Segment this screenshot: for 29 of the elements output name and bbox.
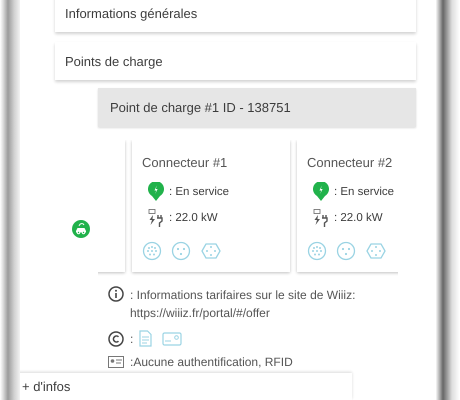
status-text: : En service (169, 186, 230, 198)
connector-title: Connecteur #1 (142, 155, 228, 170)
section-header[interactable]: Informations générales (55, 0, 416, 32)
section-header[interactable]: Points de charge (55, 42, 416, 80)
info-icon (108, 286, 124, 302)
power-plug-icon (148, 209, 164, 227)
status-pin-icon (148, 182, 164, 201)
tariff-text: : Informations tarifaires sur le site de Wiiiz: https://wiiiz.fr/portal/#/offer (130, 287, 356, 322)
power-text: : 22.0 kW (169, 212, 218, 224)
socket-icon (365, 241, 387, 261)
payment-text: : (130, 332, 134, 346)
status-pin-icon (313, 182, 329, 201)
socket-icon (171, 241, 191, 261)
car-charging-icon (72, 220, 90, 238)
power-text: : 22.0 kW (334, 212, 383, 224)
socket-icon (200, 241, 222, 261)
socket-icon (142, 241, 162, 261)
status-text: : En service (334, 186, 394, 198)
card-icon (162, 332, 182, 346)
copyright-icon (108, 330, 124, 346)
socket-icon (336, 241, 356, 261)
charge-point-header[interactable]: Point de charge #1 ID - 138751 (98, 88, 416, 127)
more-info-button[interactable]: + d'infos (20, 373, 352, 400)
socket-icon (307, 241, 327, 261)
connector-title: Connecteur #2 (307, 155, 394, 170)
auth-text: :Aucune authentification, RFID (130, 355, 293, 369)
power-plug-icon (313, 209, 329, 227)
id-card-icon (108, 356, 124, 368)
document-icon (139, 330, 152, 347)
